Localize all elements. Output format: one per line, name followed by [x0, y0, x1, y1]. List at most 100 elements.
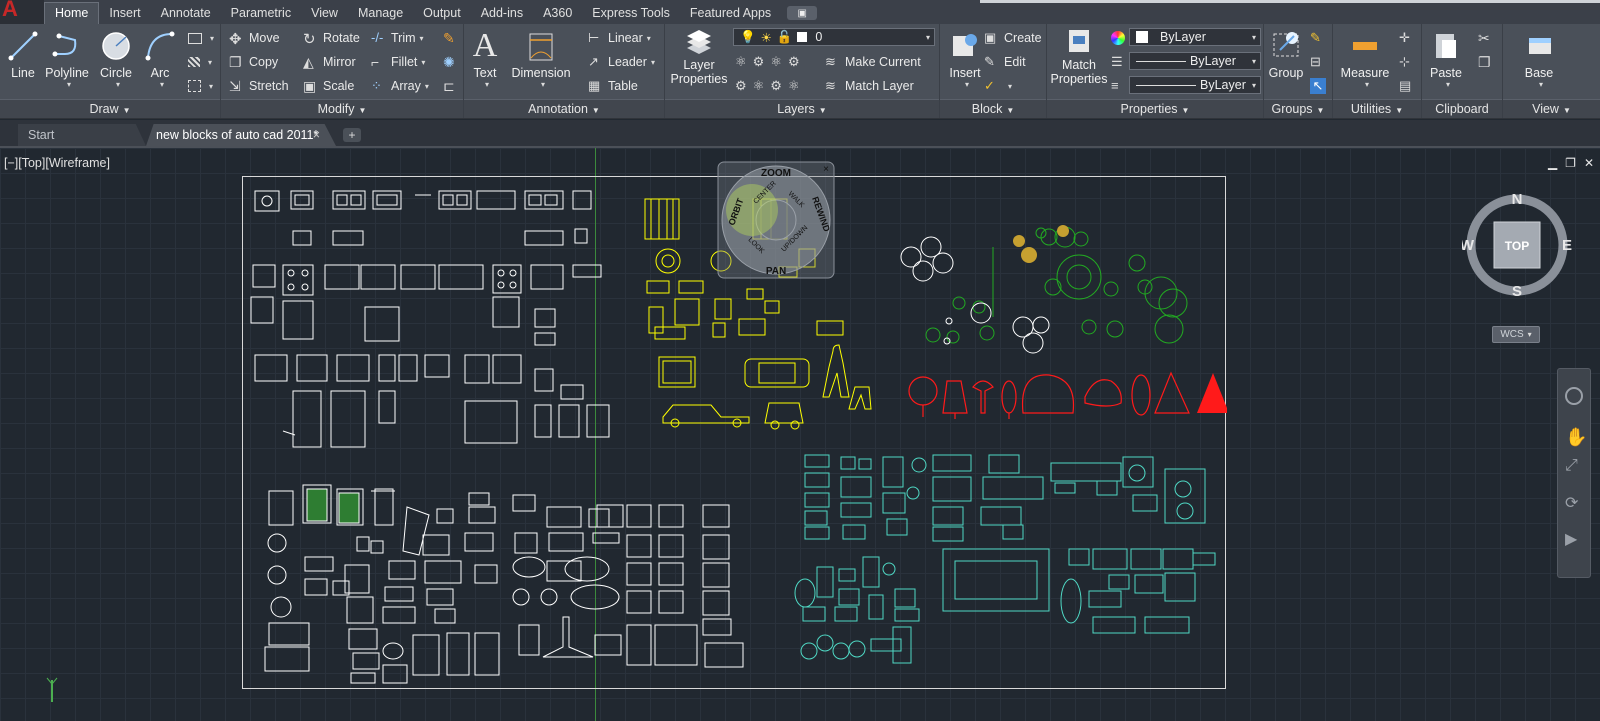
offset-tool[interactable]: ⊏ — [443, 76, 463, 96]
wcs-menu[interactable]: WCS ▾ — [1492, 326, 1540, 343]
point-tool[interactable]: ✛ — [1399, 28, 1419, 48]
panel-title-modify[interactable]: Modify ▼ — [221, 99, 463, 118]
compass-west[interactable]: W — [1462, 237, 1475, 254]
erase-tool[interactable]: ✎ — [443, 28, 463, 48]
wheel-pan-label[interactable]: PAN — [766, 266, 786, 277]
linetype-dropdown[interactable]: ByLayer ▾ — [1129, 52, 1261, 70]
tab-express-tools[interactable]: Express Tools — [582, 3, 680, 24]
viewport-controls-label[interactable]: [−][Top][Wireframe] — [4, 156, 110, 170]
edit-block-button[interactable]: ✎ Edit — [984, 52, 1026, 72]
arc-button[interactable]: Arc ▾ — [142, 28, 178, 89]
color-dropdown[interactable]: ByLayer ▾ — [1129, 28, 1261, 46]
block-attributes-button[interactable]: ✓ ▾ — [984, 76, 1012, 96]
tab-start[interactable]: Start — [18, 124, 146, 146]
tab-output[interactable]: Output — [413, 3, 471, 24]
restore-icon[interactable]: ❐ — [1565, 156, 1576, 170]
erase-icon: ✎ — [443, 30, 455, 46]
tab-view[interactable]: View — [301, 3, 348, 24]
group-icon — [1273, 32, 1299, 57]
group-button[interactable]: Group — [1266, 28, 1306, 80]
orbit-icon[interactable]: ⟳ — [1565, 493, 1578, 513]
pan-icon[interactable]: ✋ — [1565, 427, 1587, 448]
mirror-button[interactable]: ◭ Mirror — [303, 52, 356, 72]
application-menu-button[interactable]: A — [0, 0, 44, 24]
group-select-toggle[interactable]: ↖ — [1310, 76, 1330, 96]
leader-button[interactable]: ↗ Leader ▾ — [588, 52, 655, 72]
compass-north[interactable]: N — [1512, 191, 1523, 208]
paste-button[interactable]: Paste ▾ — [1426, 28, 1466, 89]
text-button[interactable]: A Text ▾ — [470, 28, 500, 90]
tab-add-ins[interactable]: Add-ins — [471, 3, 533, 24]
wheel-close-icon[interactable]: × — [823, 164, 829, 175]
insert-block-button[interactable]: Insert ▾ — [944, 28, 986, 89]
explode-tool[interactable]: ✺ — [443, 52, 463, 72]
steering-wheel[interactable]: ZOOM PAN ORBIT REWIND CENTER WALK LOOK U… — [712, 158, 836, 282]
full-navigation-wheel-icon[interactable] — [1565, 387, 1583, 405]
zoom-extents-icon[interactable]: ⤢ — [1565, 457, 1578, 475]
close-icon[interactable]: ✕ — [1584, 156, 1594, 170]
trim-button[interactable]: -/- Trim ▾ — [371, 28, 424, 48]
id-point-tool[interactable]: ⊹ — [1399, 52, 1419, 72]
copy-clip-tool[interactable]: ❐ — [1478, 52, 1498, 72]
line-button[interactable]: Line — [6, 28, 40, 80]
move-button[interactable]: ✥ Move — [229, 28, 280, 48]
ungroup-tool[interactable]: ⊟ — [1310, 52, 1330, 72]
ribbon-display-toggle[interactable]: ▣ — [787, 6, 818, 20]
match-properties-button[interactable]: Match Properties — [1049, 28, 1109, 86]
measure-button[interactable]: Measure ▾ — [1337, 28, 1393, 89]
panel-title-annotation[interactable]: Annotation ▼ — [464, 99, 664, 118]
create-block-button[interactable]: ▣ Create — [984, 28, 1042, 48]
compass-east[interactable]: E — [1562, 237, 1572, 254]
hatch-tool[interactable]: ▾ — [188, 52, 212, 72]
dimension-button[interactable]: Dimension ▾ — [508, 28, 574, 89]
panel-block: Insert ▾ ▣ Create ✎ Edit ✓ ▾ Block ▼ — [940, 24, 1047, 118]
group-edit-tool[interactable]: ✎ — [1310, 28, 1330, 48]
panel-title-properties[interactable]: Properties ▼ — [1047, 99, 1263, 118]
panel-title-draw[interactable]: Draw ▼ — [0, 99, 220, 118]
layer-tools-row2[interactable]: ⚙⚛⚙⚛ — [735, 76, 806, 96]
copy-button[interactable]: ❐ Copy — [229, 52, 278, 72]
match-layer-button[interactable]: ≋ Match Layer — [825, 76, 914, 96]
fillet-button[interactable]: ⌐ Fillet ▾ — [371, 52, 425, 72]
layer-tools-row1[interactable]: ⚛⚙⚛⚙ — [735, 52, 806, 72]
panel-title-groups[interactable]: Groups ▼ — [1264, 99, 1332, 118]
tab-document[interactable]: new blocks of auto cad 2011* × — [146, 124, 336, 146]
stretch-button[interactable]: ⇲ Stretch — [229, 76, 289, 96]
array-button[interactable]: ⁘ Array ▾ — [371, 76, 429, 96]
viewcube[interactable]: TOP N S E W — [1462, 190, 1572, 300]
tab-insert[interactable]: Insert — [99, 3, 150, 24]
layer-dropdown[interactable]: 💡 ☀ 🔓 0 ▾ — [733, 28, 935, 46]
scale-button[interactable]: ▣ Scale — [303, 76, 354, 96]
calculator-tool[interactable]: ▤ — [1399, 76, 1419, 96]
match-layer-icon: ≋ — [825, 78, 836, 93]
panel-title-utilities[interactable]: Utilities ▼ — [1333, 99, 1421, 118]
polyline-button[interactable]: Polyline ▾ — [44, 28, 90, 89]
region-tool[interactable]: ▾ — [188, 76, 213, 96]
rectangle-tool[interactable]: ▾ — [188, 28, 214, 48]
panel-title-block[interactable]: Block ▼ — [940, 99, 1046, 118]
new-tab-button[interactable]: + — [343, 128, 361, 142]
tab-parametric[interactable]: Parametric — [221, 3, 301, 24]
linear-dimension-button[interactable]: ⊢ Linear ▾ — [588, 28, 651, 48]
tab-home[interactable]: Home — [44, 2, 100, 24]
table-button[interactable]: ▦ Table — [588, 76, 638, 96]
lineweight-dropdown[interactable]: ByLayer ▾ — [1129, 76, 1261, 94]
make-current-button[interactable]: ≋ Make Current — [825, 52, 921, 72]
panel-title-layers[interactable]: Layers ▼ — [665, 99, 939, 118]
close-tab-icon[interactable]: × — [313, 124, 320, 146]
circle-button[interactable]: Circle ▾ — [96, 28, 136, 89]
cut-tool[interactable]: ✂ — [1478, 28, 1498, 48]
panel-title-view[interactable]: View ▼ — [1503, 99, 1600, 118]
tab-manage[interactable]: Manage — [348, 3, 413, 24]
minimize-icon[interactable]: ▁ — [1548, 156, 1557, 170]
showmotion-icon[interactable]: ▶ — [1565, 529, 1577, 549]
tab-a360[interactable]: A360 — [533, 3, 582, 24]
tab-featured-apps[interactable]: Featured Apps — [680, 3, 781, 24]
layer-properties-button[interactable]: Layer Properties — [669, 28, 729, 86]
wheel-zoom-label[interactable]: ZOOM — [761, 168, 791, 179]
tab-annotate[interactable]: Annotate — [151, 3, 221, 24]
base-view-button[interactable]: Base ▾ — [1519, 28, 1559, 89]
drawing-viewport[interactable]: [−][Top][Wireframe] ▁ ❐ ✕ ZOOM PAN ORBIT… — [0, 148, 1600, 721]
rotate-button[interactable]: ↻ Rotate — [303, 28, 360, 48]
compass-south[interactable]: S — [1512, 283, 1522, 300]
